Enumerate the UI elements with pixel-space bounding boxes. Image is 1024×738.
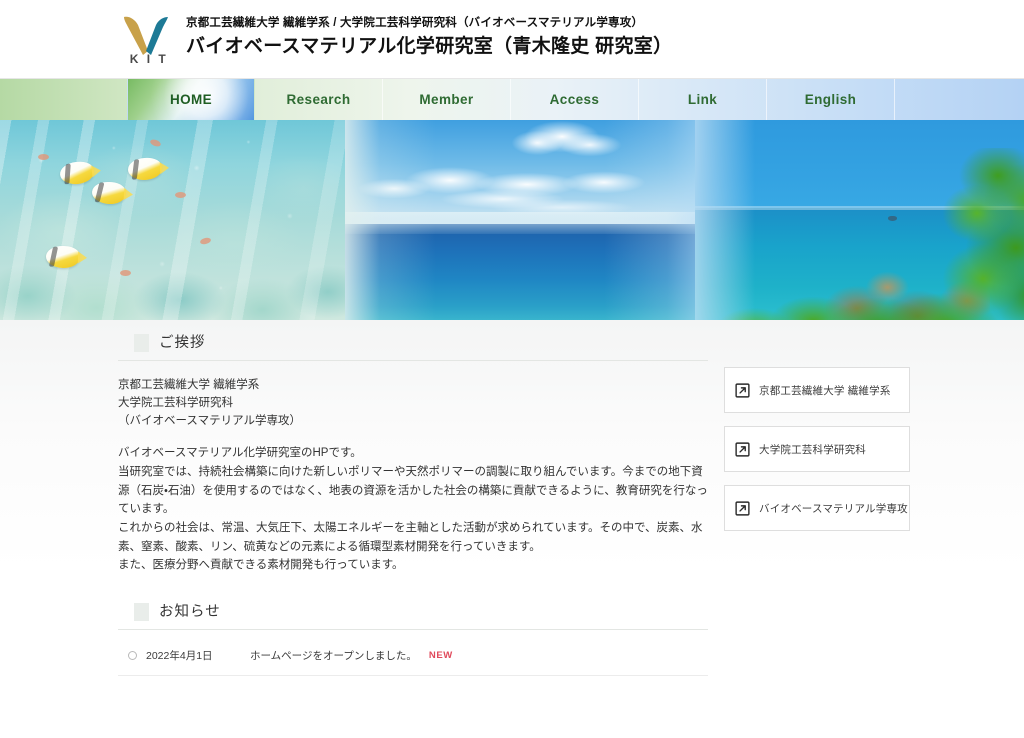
news-date: 2022年4月1日 bbox=[146, 648, 250, 663]
nav-label-link: Link bbox=[688, 92, 717, 107]
small-fish-icon bbox=[175, 192, 186, 198]
news-new-badge: NEW bbox=[429, 650, 453, 661]
external-link-icon bbox=[735, 442, 750, 457]
section-marker bbox=[134, 334, 149, 352]
sidebar-link-biobased-major[interactable]: バイオベースマテリアル学専攻 bbox=[724, 485, 910, 531]
kit-logo-text: K I T bbox=[130, 52, 169, 65]
sidebar-link-graduate-school[interactable]: 大学院工芸科学研究科 bbox=[724, 426, 910, 472]
banner-panel-coral-reef bbox=[0, 120, 345, 320]
sidebar-links-column: 京都工芸繊維大学 繊維学系 大学院工芸科学研究科 バイオベースマテリアル学専攻 bbox=[724, 334, 910, 544]
header-texts: 京都工芸繊維大学 繊維学系 / 大学院工芸科学研究科（バイオベースマテリアル学専… bbox=[186, 11, 672, 58]
nav-label-home: HOME bbox=[170, 92, 212, 107]
greeting-section-header: ご挨拶 bbox=[118, 334, 708, 361]
underwater-particles bbox=[0, 120, 345, 320]
greeting-paragraph-1: バイオベースマテリアル化学研究室のHPです。 bbox=[118, 444, 708, 463]
nav-spacer-right bbox=[895, 79, 1024, 120]
greeting-paragraph-2: 当研究室では、持続社会構築に向けた新しいポリマーや天然ポリマーの調製に取り組んで… bbox=[118, 463, 708, 519]
nav-item-english[interactable]: English bbox=[767, 79, 895, 120]
nav-item-link[interactable]: Link bbox=[639, 79, 767, 120]
affiliation-address: 京都工芸繊維大学 繊維学系 大学院工芸科学研究科 （バイオベースマテリアル学専攻… bbox=[118, 377, 708, 430]
panel-blend-overlay bbox=[695, 120, 755, 320]
affiliation-line-2: 大学院工芸科学研究科 bbox=[118, 395, 708, 413]
nav-label-research: Research bbox=[287, 92, 351, 107]
banner-panel-tropical-coast bbox=[695, 120, 1024, 320]
sidebar-link-label: 京都工芸繊維大学 繊維学系 bbox=[759, 383, 891, 398]
small-fish-icon bbox=[38, 154, 49, 160]
greeting-paragraph-3: これからの社会は、常温、大気圧下、太陽エネルギーを主軸とした活動が求められていま… bbox=[118, 519, 708, 556]
affiliation-line-1: 京都工芸繊維大学 繊維学系 bbox=[118, 377, 708, 395]
sidebar-link-label: 大学院工芸科学研究科 bbox=[759, 442, 866, 457]
header-subtitle: 京都工芸繊維大学 繊維学系 / 大学院工芸科学研究科（バイオベースマテリアル学専… bbox=[186, 17, 672, 31]
page-title: バイオベースマテリアル化学研究室（青木隆史 研究室） bbox=[186, 36, 672, 58]
banner-panel-ocean-horizon bbox=[345, 120, 695, 320]
nav-spacer-left bbox=[0, 79, 127, 120]
nav-label-english: English bbox=[805, 92, 857, 107]
kit-logo: K I T bbox=[118, 11, 180, 65]
sidebar-link-label: バイオベースマテリアル学専攻 bbox=[759, 501, 908, 516]
small-fish-icon bbox=[120, 270, 131, 276]
content-wrapper: ご挨拶 京都工芸繊維大学 繊維学系 大学院工芸科学研究科 （バイオベースマテリア… bbox=[0, 320, 1024, 676]
news-section-header: お知らせ bbox=[118, 603, 708, 630]
panel-blend-overlay bbox=[345, 120, 695, 320]
greeting-body: バイオベースマテリアル化学研究室のHPです。 当研究室では、持続社会構築に向けた… bbox=[118, 444, 708, 574]
news-list-item[interactable]: 2022年4月1日 ホームページをオープンしました。 NEW bbox=[118, 642, 708, 676]
header-inner: K I T 京都工芸繊維大学 繊維学系 / 大学院工芸科学研究科（バイオベースマ… bbox=[118, 11, 672, 65]
news-heading: お知らせ bbox=[159, 605, 221, 620]
greeting-paragraph-4: また、医療分野へ貢献できる素材開発も行っています。 bbox=[118, 556, 708, 575]
nav-label-access: Access bbox=[550, 92, 600, 107]
bullet-icon bbox=[128, 651, 137, 660]
greeting-heading: ご挨拶 bbox=[159, 336, 206, 351]
external-link-icon bbox=[735, 501, 750, 516]
hero-banner bbox=[0, 120, 1024, 320]
main-navigation: HOME Research Member Access Link English bbox=[0, 79, 1024, 120]
external-link-icon bbox=[735, 383, 750, 398]
news-text: ホームページをオープンしました。 bbox=[250, 648, 417, 663]
nav-item-access[interactable]: Access bbox=[511, 79, 639, 120]
nav-item-member[interactable]: Member bbox=[383, 79, 511, 120]
affiliation-line-3: （バイオベースマテリアル学専攻） bbox=[118, 413, 708, 431]
sidebar-link-kit-fiber[interactable]: 京都工芸繊維大学 繊維学系 bbox=[724, 367, 910, 413]
page-body: ご挨拶 京都工芸繊維大学 繊維学系 大学院工芸科学研究科 （バイオベースマテリア… bbox=[0, 320, 1024, 738]
news-list: 2022年4月1日 ホームページをオープンしました。 NEW bbox=[118, 642, 708, 676]
site-header: K I T 京都工芸繊維大学 繊維学系 / 大学院工芸科学研究科（バイオベースマ… bbox=[0, 0, 1024, 79]
nav-item-home[interactable]: HOME bbox=[127, 79, 255, 120]
main-content-column: ご挨拶 京都工芸繊維大学 繊維学系 大学院工芸科学研究科 （バイオベースマテリア… bbox=[118, 334, 708, 676]
section-marker bbox=[134, 603, 149, 621]
nav-item-research[interactable]: Research bbox=[255, 79, 383, 120]
nav-label-member: Member bbox=[419, 92, 473, 107]
